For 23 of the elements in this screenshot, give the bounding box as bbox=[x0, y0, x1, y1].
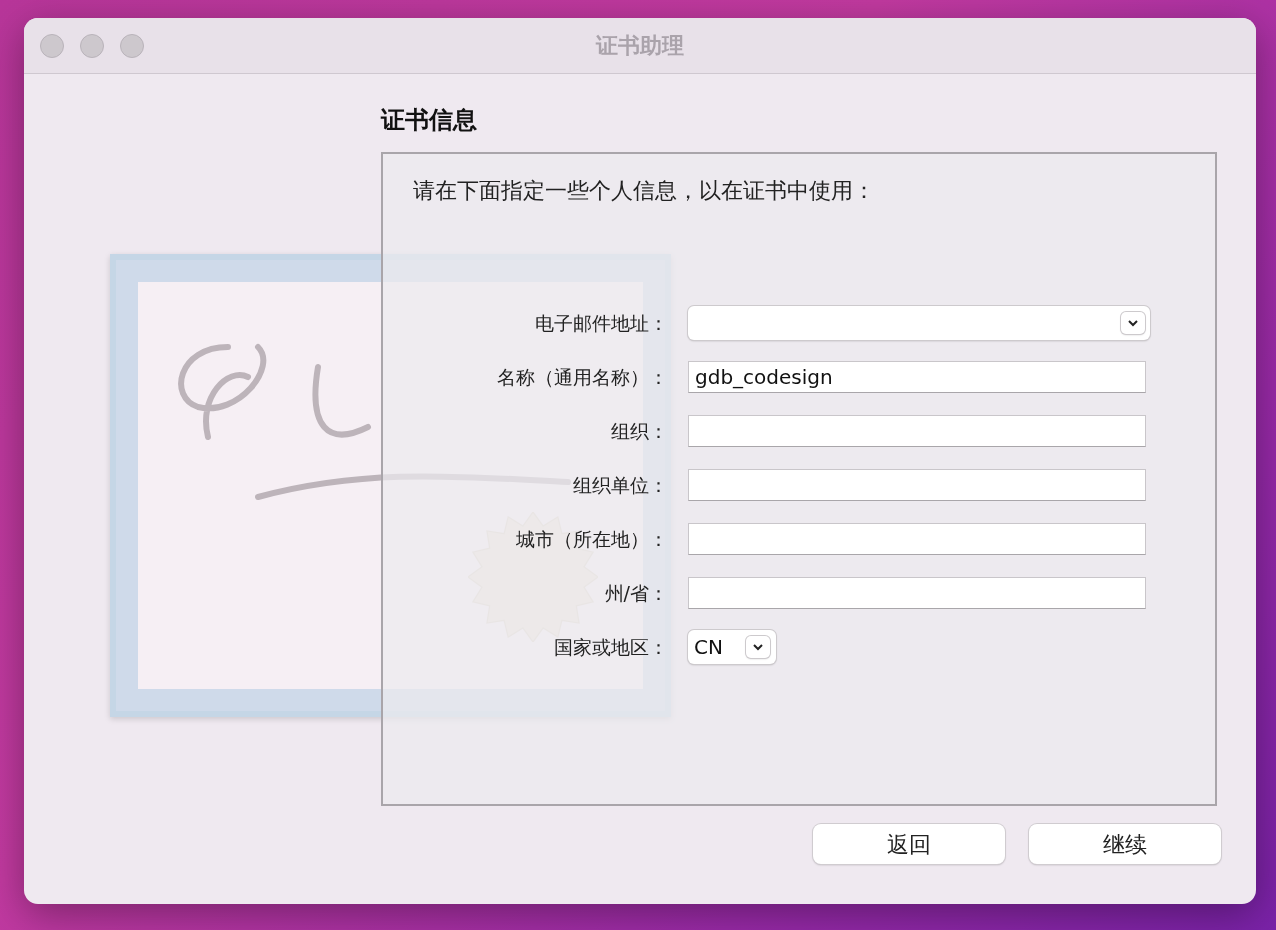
text-input-field[interactable] bbox=[688, 469, 1146, 501]
close-button[interactable] bbox=[40, 34, 64, 58]
zoom-button[interactable] bbox=[120, 34, 144, 58]
text-input-field[interactable] bbox=[688, 577, 1146, 609]
field-label: 组织单位： bbox=[572, 472, 669, 498]
text-input-field[interactable] bbox=[688, 415, 1146, 447]
field-label: 组织： bbox=[610, 418, 669, 444]
field-label: 城市（所在地）： bbox=[515, 526, 669, 552]
field-label: 国家或地区： bbox=[553, 634, 669, 660]
field-label: 州/省： bbox=[603, 580, 669, 606]
field-label: 名称（通用名称）： bbox=[496, 364, 669, 390]
dialog-button[interactable]: 返回 bbox=[813, 824, 1005, 864]
section-title: 证书信息 bbox=[381, 105, 478, 136]
text-input-field[interactable]: gdb_codesign bbox=[688, 361, 1146, 393]
field-label: 电子邮件地址： bbox=[534, 310, 669, 336]
window-title: 证书助理 bbox=[596, 33, 684, 58]
text-input-field[interactable] bbox=[688, 523, 1146, 555]
dialog-button[interactable]: 继续 bbox=[1029, 824, 1221, 864]
minimize-button[interactable] bbox=[80, 34, 104, 58]
country-popup-button[interactable]: CN bbox=[688, 630, 776, 664]
chevron-icon bbox=[746, 636, 770, 658]
instruction-text: 请在下面指定一些个人信息，以在证书中使用： bbox=[413, 178, 875, 203]
chevron-icon[interactable] bbox=[1121, 312, 1145, 334]
